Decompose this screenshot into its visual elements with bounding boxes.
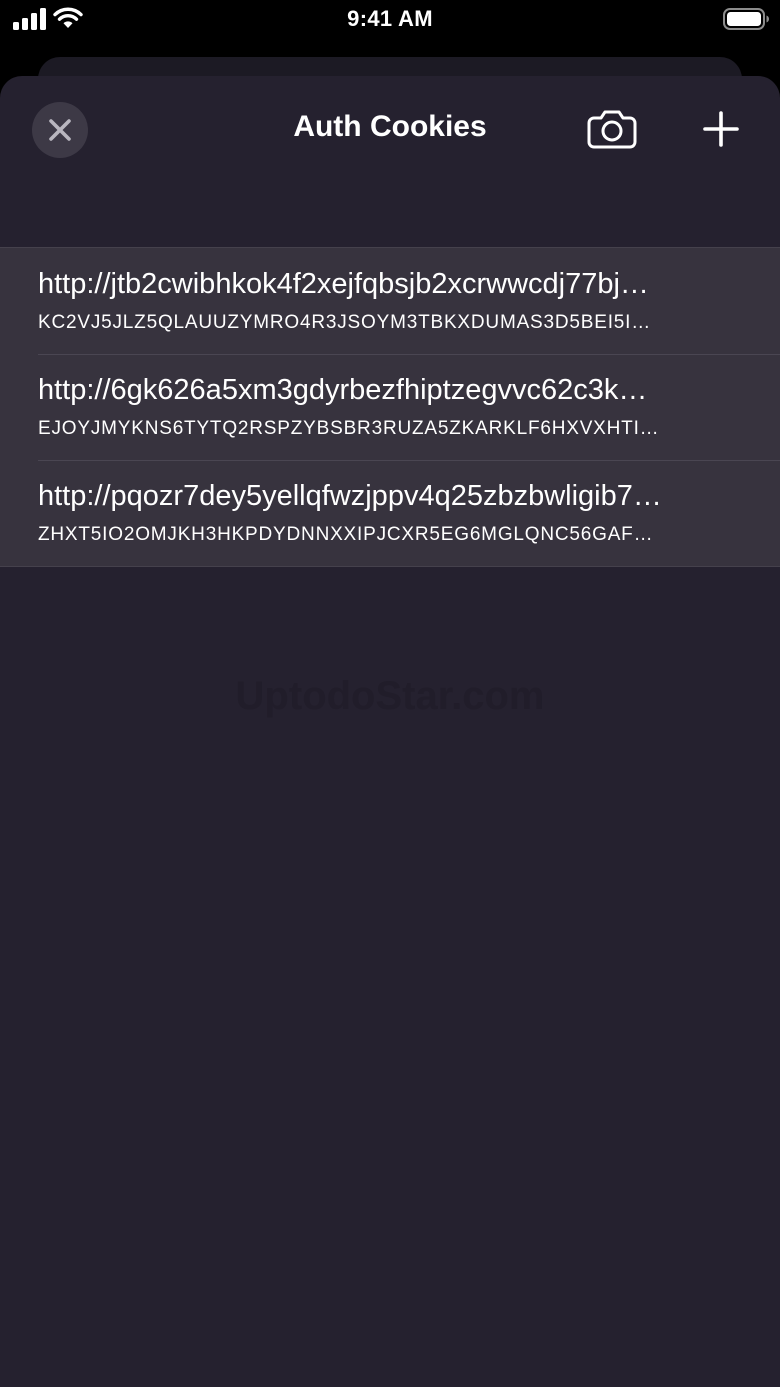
cookie-url: http://6gk626a5xm3gdyrbezfhiptzegvvc62c3…: [38, 374, 648, 406]
cookie-value: ZHXT5IO2OMJKH3HKPDYDNNXXIPJCXR5EG6MGLQNC…: [38, 524, 654, 545]
list-item[interactable]: http://pqozr7dey5yellqfwzjppv4q25zbzbwli…: [0, 460, 780, 566]
close-icon: [49, 119, 71, 141]
cookie-url: http://jtb2cwibhkok4f2xejfqbsjb2xcrwwcdj…: [38, 268, 649, 300]
close-button[interactable]: [32, 102, 88, 158]
navigation-bar: Auth Cookies: [0, 76, 780, 186]
cookie-value: KC2VJ5JLZ5QLAUUZYMRO4R3JSOYM3TBKXDUMAS3D…: [38, 312, 652, 333]
camera-icon: [587, 110, 637, 149]
cookie-list: http://jtb2cwibhkok4f2xejfqbsjb2xcrwwcdj…: [0, 247, 780, 567]
add-button[interactable]: [700, 106, 742, 152]
watermark: UptodoStar.com: [235, 674, 545, 718]
list-item[interactable]: http://6gk626a5xm3gdyrbezfhiptzegvvc62c3…: [0, 354, 780, 460]
plus-icon: [703, 111, 739, 147]
battery-full-icon: [723, 8, 769, 30]
page-title: Auth Cookies: [293, 110, 487, 143]
status-bar: 9:41 AM: [0, 0, 780, 40]
status-time: 9:41 AM: [347, 6, 433, 31]
camera-button[interactable]: [585, 106, 639, 152]
auth-cookies-sheet: Auth Cookies http://jtb2cwibhkok4f2xejfq…: [0, 76, 780, 1387]
cookie-url: http://pqozr7dey5yellqfwzjppv4q25zbzbwli…: [38, 480, 662, 512]
list-item[interactable]: http://jtb2cwibhkok4f2xejfqbsjb2xcrwwcdj…: [0, 248, 780, 354]
cookie-value: EJOYJMYKNS6TYTQ2RSPZYBSBR3RUZA5ZKARKLF6H…: [38, 418, 660, 439]
